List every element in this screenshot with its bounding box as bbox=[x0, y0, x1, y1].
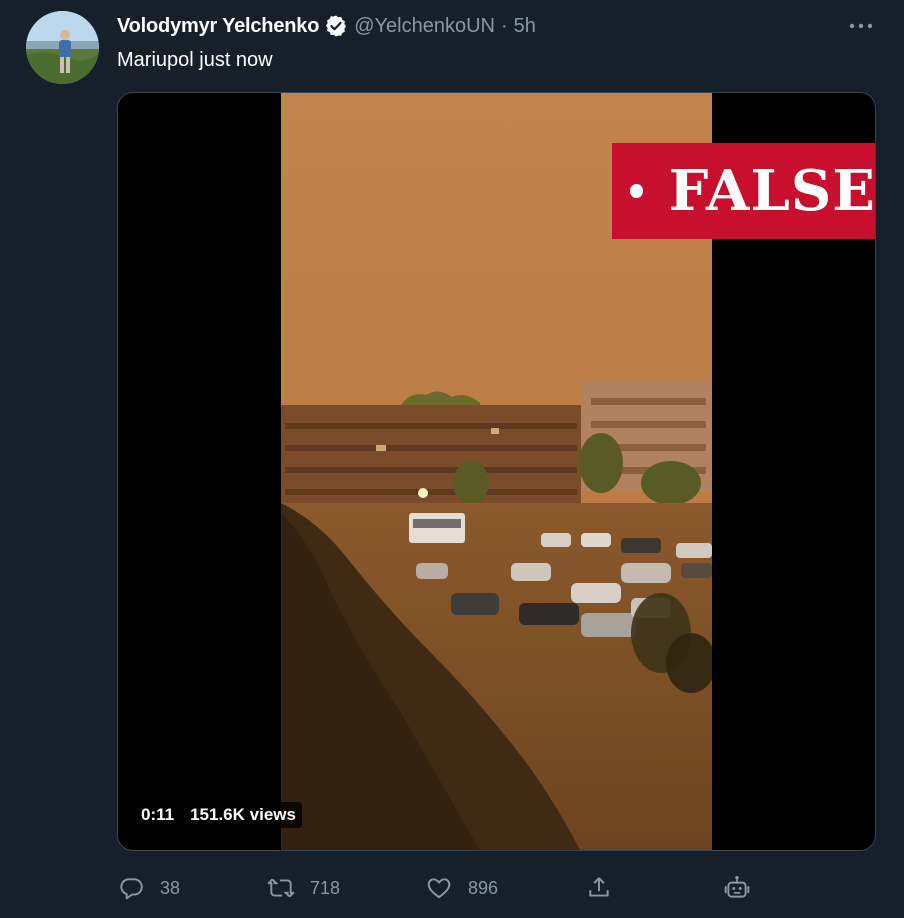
user-handle[interactable]: @YelchenkoUN bbox=[354, 15, 495, 38]
video-views: 151.6K views bbox=[184, 802, 302, 828]
more-options-icon[interactable] bbox=[848, 16, 874, 36]
reply-button[interactable]: 38 bbox=[117, 870, 180, 906]
retweet-button[interactable]: 718 bbox=[267, 870, 340, 906]
verified-badge-icon bbox=[324, 14, 348, 38]
video-meta: 0:11 151.6K views bbox=[135, 802, 302, 828]
share-icon bbox=[585, 874, 613, 902]
reply-count: 38 bbox=[160, 877, 181, 898]
bot-button[interactable] bbox=[723, 870, 751, 906]
timestamp[interactable]: 5h bbox=[514, 15, 536, 38]
tweet: Volodymyr Yelchenko @YelchenkoUN · 5h Ma… bbox=[0, 0, 904, 918]
tweet-actions: 38 718 896 bbox=[117, 870, 757, 906]
reply-icon bbox=[117, 874, 145, 902]
retweet-icon bbox=[267, 874, 295, 902]
avatar[interactable] bbox=[26, 11, 99, 84]
avatar-image bbox=[26, 11, 99, 84]
tweet-header: Volodymyr Yelchenko @YelchenkoUN · 5h bbox=[117, 13, 536, 39]
heart-icon bbox=[425, 874, 453, 902]
tweet-text: Mariupol just now bbox=[117, 49, 273, 71]
share-button[interactable] bbox=[585, 870, 613, 906]
video-duration: 0:11 bbox=[135, 802, 181, 828]
like-button[interactable]: 896 bbox=[425, 870, 498, 906]
bot-icon bbox=[723, 874, 751, 902]
like-count: 896 bbox=[468, 877, 499, 898]
bullet-icon bbox=[630, 184, 643, 198]
video-player[interactable]: FALSE 0:11 151.6K views bbox=[117, 92, 876, 851]
false-badge: FALSE bbox=[612, 143, 876, 239]
false-badge-label: FALSE bbox=[668, 158, 876, 224]
retweet-count: 718 bbox=[310, 877, 341, 898]
display-name[interactable]: Volodymyr Yelchenko bbox=[117, 15, 319, 38]
separator-dot: · bbox=[500, 14, 508, 37]
